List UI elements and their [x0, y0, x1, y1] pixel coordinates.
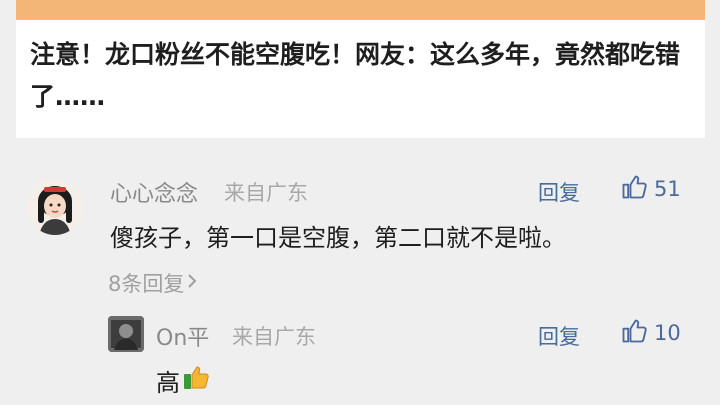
article-title[interactable]: 注意！龙口粉丝不能空腹吃！网友：这么多年，竟然都吃错了…… — [30, 34, 680, 118]
reply-location: 来自广东 — [232, 325, 316, 349]
reply-button[interactable]: 回复 — [538, 177, 580, 207]
like-button[interactable]: 51 — [620, 173, 681, 205]
reply-like-button[interactable]: 10 — [620, 317, 681, 349]
thumbs-up-outline-icon — [620, 317, 648, 349]
reply-text-row[interactable]: 高 — [156, 362, 212, 398]
comment-location: 来自广东 — [224, 181, 308, 205]
chevron-right-icon — [186, 271, 198, 295]
top-banner — [16, 0, 705, 20]
avatar[interactable] — [27, 179, 83, 235]
avatar-illustration — [27, 179, 83, 235]
like-count: 51 — [654, 177, 681, 201]
reply-avatar[interactable] — [108, 316, 144, 352]
thumbs-up-emoji-icon — [182, 362, 212, 398]
reply-like-count: 10 — [654, 321, 681, 345]
reply-avatar-illustration — [108, 316, 144, 352]
comment-user-name[interactable]: 心心念念 — [110, 176, 198, 208]
reply-user-name[interactable]: On平 — [156, 320, 209, 352]
replies-link[interactable]: 8条回复 — [108, 268, 198, 298]
replies-label: 8条回复 — [108, 272, 185, 296]
comment-text[interactable]: 傻孩子，第一口是空腹，第二口就不是啦。 — [110, 218, 566, 253]
thumbs-up-outline-icon — [620, 173, 648, 205]
reply-reply-button[interactable]: 回复 — [538, 321, 580, 351]
reply-text: 高 — [156, 368, 180, 397]
